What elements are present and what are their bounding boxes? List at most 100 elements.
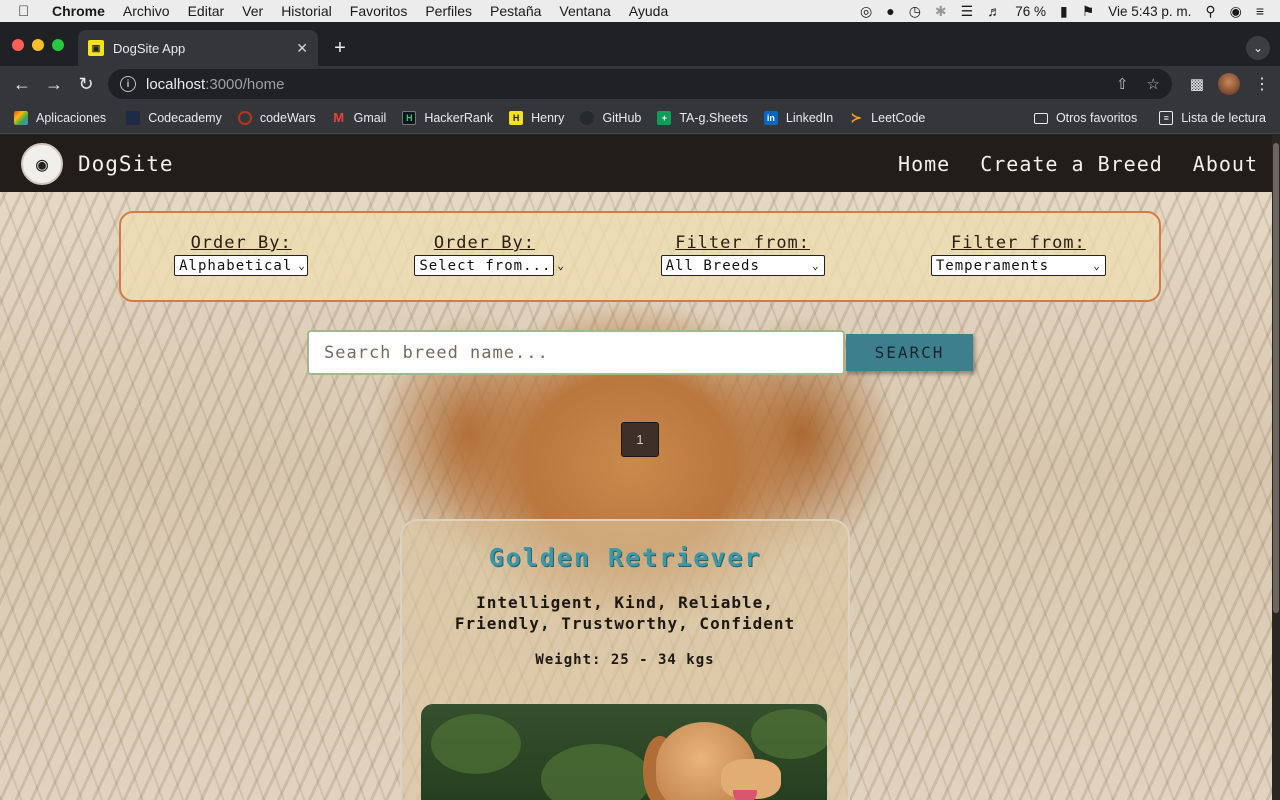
zoom-window-button[interactable] [52, 39, 64, 51]
linkedin-icon: in [763, 110, 778, 125]
dog-logo-icon[interactable]: ◉ [21, 142, 63, 185]
chevron-down-icon: ⌄ [812, 259, 820, 272]
filter-breeds-select[interactable]: All Breeds ⌄ [660, 255, 825, 276]
bluetooth-icon[interactable]: ✱ [935, 4, 947, 18]
bookmark-otros-favoritos[interactable]: Otros favoritos [1033, 111, 1137, 125]
order-select[interactable]: Select from... ⌄ [414, 255, 564, 276]
filter-temperaments-select[interactable]: Temperaments ⌄ [930, 255, 1106, 276]
bookmark-label: codeWars [259, 110, 316, 125]
menu-perfiles[interactable]: Perfiles [425, 3, 472, 19]
scrollbar-thumb[interactable] [1273, 143, 1279, 613]
chevron-down-icon: ⌄ [1093, 259, 1101, 272]
apple-icon[interactable]:  [18, 3, 36, 20]
gmail-icon: M [333, 110, 345, 125]
volume-icon[interactable]: ♬ [987, 4, 1001, 18]
sheets-icon: + [657, 110, 672, 125]
bookmark-ta-g-sheets[interactable]: + TA-g.Sheets [657, 110, 748, 125]
breed-name[interactable]: Golden Retriever [402, 543, 848, 572]
new-tab-button[interactable]: + [328, 36, 352, 60]
menu-archivo[interactable]: Archivo [123, 3, 170, 19]
pagination-page-1[interactable]: 1 [621, 422, 659, 457]
address-bar[interactable]: i localhost :3000/home ⇧ ☆ [108, 69, 1172, 99]
menu-favoritos[interactable]: Favoritos [350, 3, 408, 19]
bookmark-linkedin[interactable]: in LinkedIn [763, 110, 833, 125]
close-window-button[interactable] [12, 39, 24, 51]
menu-ayuda[interactable]: Ayuda [629, 3, 668, 19]
order-by-label: Order By: [190, 233, 292, 253]
reading-list-icon: ≡ [1159, 111, 1174, 125]
order-alphabetical-select[interactable]: Alphabetical ⌄ [174, 255, 309, 276]
reload-icon[interactable]: ↻ [70, 74, 102, 95]
bookmark-github[interactable]: GitHub [580, 110, 642, 125]
search-button[interactable]: SEARCH [846, 334, 973, 371]
hackerrank-icon: H [402, 110, 417, 125]
target-icon[interactable]: ◎ [860, 4, 872, 18]
tab-title: DogSite App [113, 40, 186, 56]
close-tab-icon[interactable]: ✕ [296, 40, 308, 57]
battery-icon[interactable]: ▮ [1060, 4, 1068, 18]
breed-image[interactable] [421, 704, 827, 800]
nav-home[interactable]: Home [898, 152, 950, 176]
bookmark-codecademy[interactable]: Codecademy [126, 110, 222, 125]
bookmark-lista-de-lectura[interactable]: ≡ Lista de lectura [1159, 111, 1266, 125]
site-info-icon[interactable]: i [120, 76, 136, 92]
bookmark-label: Codecademy [148, 110, 222, 125]
battery-percent: 76 % [1015, 3, 1046, 19]
select-value: All Breeds [665, 257, 760, 274]
search-input[interactable]: Search breed name... [307, 330, 845, 375]
wifi-icon[interactable]: ☰ [961, 4, 974, 18]
codecademy-icon [126, 110, 141, 125]
menu-ver[interactable]: Ver [242, 3, 263, 19]
select-value: Alphabetical [179, 257, 293, 274]
menubar-clock[interactable]: Vie 5:43 p. m. [1108, 4, 1191, 19]
menu-historial[interactable]: Historial [281, 3, 332, 19]
bookmark-label: GitHub [602, 110, 642, 125]
bookmark-label: HackerRank [424, 110, 494, 125]
nav-create-breed[interactable]: Create a Breed [980, 152, 1163, 176]
select-value: Select from... [419, 257, 552, 274]
extensions-puzzle-icon[interactable]: ▩ [1190, 75, 1204, 93]
henry-icon: H [509, 110, 524, 125]
filter-from-label: Filter from: [950, 233, 1086, 253]
nav-about[interactable]: About [1193, 152, 1258, 176]
menu-app-chrome[interactable]: Chrome [52, 3, 105, 19]
breed-card[interactable]: Golden Retriever Intelligent, Kind, Reli… [400, 519, 850, 800]
page-scrollbar[interactable] [1272, 135, 1280, 800]
apps-grid-icon [14, 110, 28, 125]
spotlight-search-icon[interactable]: ⚲ [1205, 4, 1215, 18]
share-icon[interactable]: ⇧ [1116, 75, 1129, 93]
bookmark-label: Lista de lectura [1181, 111, 1266, 125]
bookmark-hackerrank[interactable]: H HackerRank [402, 110, 494, 125]
siri-icon[interactable]: ◉ [1230, 4, 1242, 18]
page-viewport: ◉ DogSite Home Create a Breed About Orde… [0, 135, 1280, 800]
back-arrow-icon[interactable]: ← [6, 74, 38, 95]
flag-icon[interactable]: ⚑ [1082, 4, 1095, 18]
codewars-icon [237, 110, 252, 125]
menu-editar[interactable]: Editar [188, 3, 225, 19]
bookmark-codewars[interactable]: codeWars [237, 110, 316, 125]
chrome-menu-icon[interactable]: ⋮ [1254, 74, 1270, 94]
forward-arrow-icon[interactable]: → [38, 74, 70, 95]
bookmark-gmail[interactable]: M Gmail [332, 110, 386, 125]
tab-dogsite[interactable]: ▣ DogSite App ✕ [78, 30, 318, 66]
bookmark-leetcode[interactable]: ≻ LeetCode [849, 110, 926, 125]
menu-pestana[interactable]: Pestaña [490, 3, 541, 19]
url-path: :3000/home [205, 75, 285, 93]
bookmark-henry[interactable]: H Henry [509, 110, 564, 125]
control-center-icon[interactable]: ≡ [1256, 4, 1264, 18]
bookmark-aplicaciones[interactable]: Aplicaciones [14, 110, 106, 125]
site-brand[interactable]: DogSite [78, 152, 174, 176]
select-value: Temperaments [935, 257, 1050, 274]
tab-search-chevron-icon[interactable]: ⌄ [1246, 36, 1270, 60]
bookmark-label: TA-g.Sheets [679, 110, 748, 125]
bookmark-star-icon[interactable]: ☆ [1147, 75, 1160, 93]
minimize-window-button[interactable] [32, 39, 44, 51]
breed-weight: Weight: 25 - 34 kgs [535, 652, 715, 668]
elephant-icon[interactable]: ● [886, 4, 894, 18]
time-machine-icon[interactable]: ◷ [909, 4, 921, 18]
foliage-shape [431, 714, 521, 774]
macos-menubar:  Chrome Archivo Editar Ver Historial Fa… [0, 0, 1280, 22]
menu-ventana[interactable]: Ventana [559, 3, 610, 19]
profile-avatar[interactable] [1218, 73, 1240, 95]
bookmarks-bar: Aplicaciones Codecademy codeWars M Gmail… [0, 102, 1280, 134]
